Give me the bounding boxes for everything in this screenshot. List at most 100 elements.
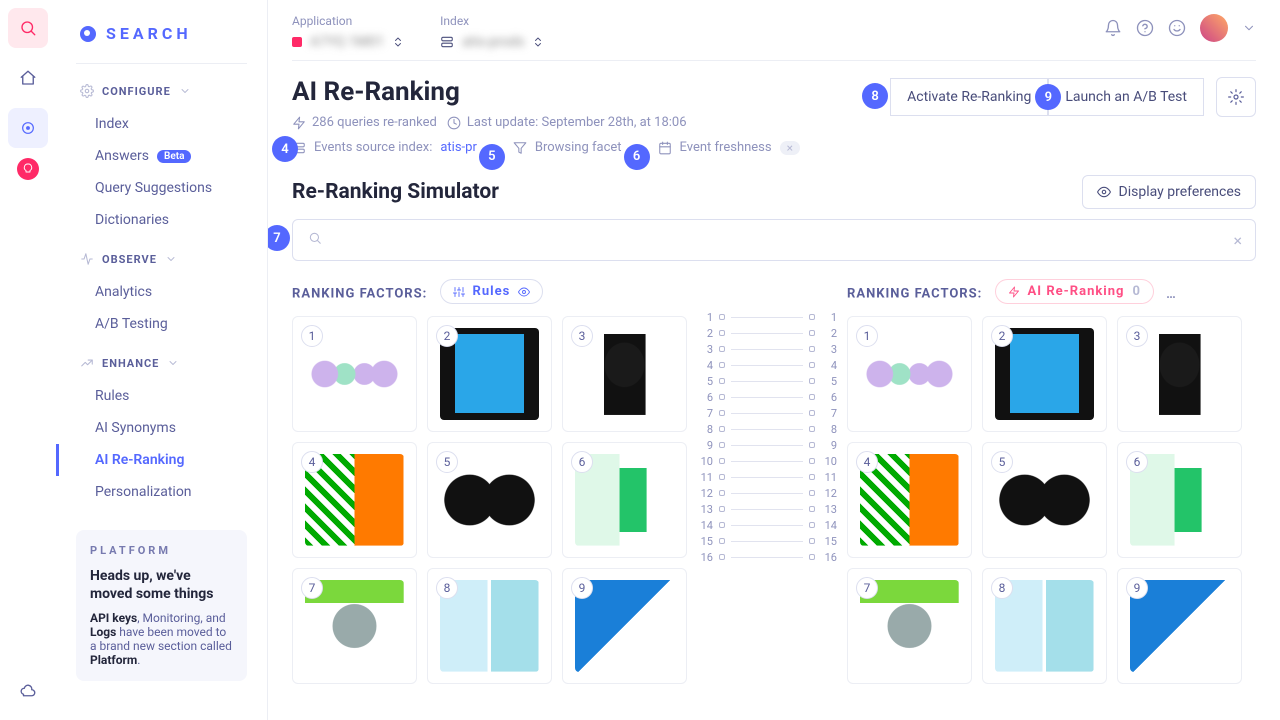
rank-rung: 1414 [697, 517, 837, 533]
bolt-icon [1008, 286, 1020, 298]
rank-rung: 1515 [697, 533, 837, 549]
sidebar: SEARCH CONFIGURE Index AnswersBeta Query… [56, 0, 268, 720]
avatar[interactable] [1200, 14, 1228, 42]
nav-query-suggestions[interactable]: Query Suggestions [56, 172, 267, 204]
rank-number: 6 [571, 451, 593, 473]
more-icon[interactable]: … [1166, 287, 1177, 302]
product-card[interactable]: 7 [292, 568, 417, 684]
product-card[interactable]: 8 [982, 568, 1107, 684]
product-card[interactable]: 6 [562, 442, 687, 558]
rail-target-icon[interactable] [8, 108, 48, 148]
tag-facets[interactable]: Browsing facet [513, 140, 622, 155]
rank-rung: 1111 [697, 469, 837, 485]
nav-ab-testing[interactable]: A/B Testing [56, 308, 267, 340]
nav-answers[interactable]: AnswersBeta [56, 140, 267, 172]
factors-label: RANKING FACTORS: [847, 287, 982, 302]
product-card[interactable]: 2 [427, 316, 552, 432]
nav-personalization[interactable]: Personalization [56, 476, 267, 508]
smile-icon[interactable] [1168, 19, 1186, 37]
rank-rung: 77 [697, 405, 837, 421]
product-card[interactable]: 6 [1117, 442, 1242, 558]
section-enhance[interactable]: ENHANCE [56, 350, 267, 376]
settings-button[interactable] [1216, 77, 1256, 117]
rail-home-icon[interactable] [8, 58, 48, 98]
rank-number: 8 [436, 577, 458, 599]
brand: SEARCH [56, 16, 267, 63]
rank-rung: 44 [697, 357, 837, 373]
tag-freshness[interactable]: Event freshness× [658, 140, 800, 155]
nav-dictionaries[interactable]: Dictionaries [56, 204, 267, 236]
rank-rung: 1212 [697, 485, 837, 501]
annotation-5: 5 [479, 144, 505, 170]
product-card[interactable]: 7 [847, 568, 972, 684]
clock-icon [447, 116, 461, 130]
display-preferences-button[interactable]: Display preferences [1082, 175, 1256, 209]
app-dot-icon [292, 37, 302, 47]
launch-ab-test-button[interactable]: Launch an A/B Test [1048, 78, 1204, 116]
product-card[interactable]: 5 [427, 442, 552, 558]
application-selector[interactable]: Application A7YQ 1M01 [292, 14, 404, 50]
rank-rung: 1010 [697, 453, 837, 469]
close-icon[interactable]: × [780, 141, 800, 155]
rank-number: 3 [571, 325, 593, 347]
meta-update: Last update: September 28th, at 18:06 [467, 115, 687, 130]
product-card[interactable]: 9 [1117, 568, 1242, 684]
right-column: RANKING FACTORS: AI Re-Ranking0 … 12 3 4 5 6… [847, 279, 1242, 720]
nav-index[interactable]: Index [56, 108, 267, 140]
activate-reranking-button[interactable]: Activate Re-Ranking [890, 78, 1048, 116]
rail-bulb-icon[interactable] [17, 158, 39, 180]
ai-reranking-chip[interactable]: AI Re-Ranking0 [995, 279, 1154, 304]
annotation-7: 7 [268, 225, 290, 251]
clear-icon[interactable]: × [1233, 231, 1242, 250]
index-label: Index [440, 14, 544, 28]
product-card[interactable]: 8 [427, 568, 552, 684]
product-card[interactable]: 3 [562, 316, 687, 432]
product-card[interactable]: 2 [982, 316, 1107, 432]
chevron-down-icon [167, 357, 179, 369]
search-icon [308, 231, 322, 245]
product-card[interactable]: 3 [1117, 316, 1242, 432]
topbar: Application A7YQ 1M01 Index atis-prods [268, 0, 1280, 60]
section-configure[interactable]: CONFIGURE [56, 78, 267, 104]
section-label: CONFIGURE [102, 85, 171, 98]
application-value: A7YQ 1M01 [310, 34, 384, 50]
product-card[interactable]: 1 [847, 316, 972, 432]
rank-rung: 55 [697, 373, 837, 389]
bell-icon[interactable] [1104, 19, 1122, 37]
nav-rules[interactable]: Rules [56, 380, 267, 412]
rank-number: 4 [856, 451, 878, 473]
rank-number: 7 [856, 577, 878, 599]
selector-icon [532, 36, 544, 48]
simulator-search-input[interactable] [292, 219, 1256, 261]
nav-ai-synonyms[interactable]: AI Synonyms [56, 412, 267, 444]
rank-rung: 99 [697, 437, 837, 453]
rail-cloud-icon[interactable] [8, 672, 48, 712]
rank-number: 5 [991, 451, 1013, 473]
product-card[interactable]: 9 [562, 568, 687, 684]
nav-analytics[interactable]: Analytics [56, 276, 267, 308]
product-card[interactable]: 5 [982, 442, 1107, 558]
chevron-down-icon [179, 85, 191, 97]
product-card[interactable]: 4 [847, 442, 972, 558]
index-selector[interactable]: Index atis-prods [440, 14, 544, 50]
platform-card: PLATFORM Heads up, we've moved some thin… [76, 530, 247, 681]
tag-source[interactable]: Events source index: atis-pr [292, 140, 477, 155]
product-card[interactable]: 1 [292, 316, 417, 432]
section-observe[interactable]: OBSERVE [56, 246, 267, 272]
left-column: RANKING FACTORS: Rules 123456789 [292, 279, 687, 720]
product-card[interactable]: 4 [292, 442, 417, 558]
rank-number: 9 [571, 577, 593, 599]
rank-rung: 33 [697, 341, 837, 357]
rail-search-icon[interactable] [8, 8, 48, 48]
rules-chip[interactable]: Rules [440, 279, 544, 304]
chevron-down-icon[interactable] [1242, 21, 1256, 35]
section-label: OBSERVE [102, 253, 157, 266]
rank-number: 9 [1126, 577, 1148, 599]
rank-number: 2 [991, 325, 1013, 347]
rank-rung: 11 [697, 309, 837, 325]
chevron-down-icon [165, 253, 177, 265]
rank-number: 8 [991, 577, 1013, 599]
help-icon[interactable] [1136, 19, 1154, 37]
index-value: atis-prods [462, 34, 524, 50]
nav-ai-reranking[interactable]: AI Re-Ranking [56, 444, 267, 476]
